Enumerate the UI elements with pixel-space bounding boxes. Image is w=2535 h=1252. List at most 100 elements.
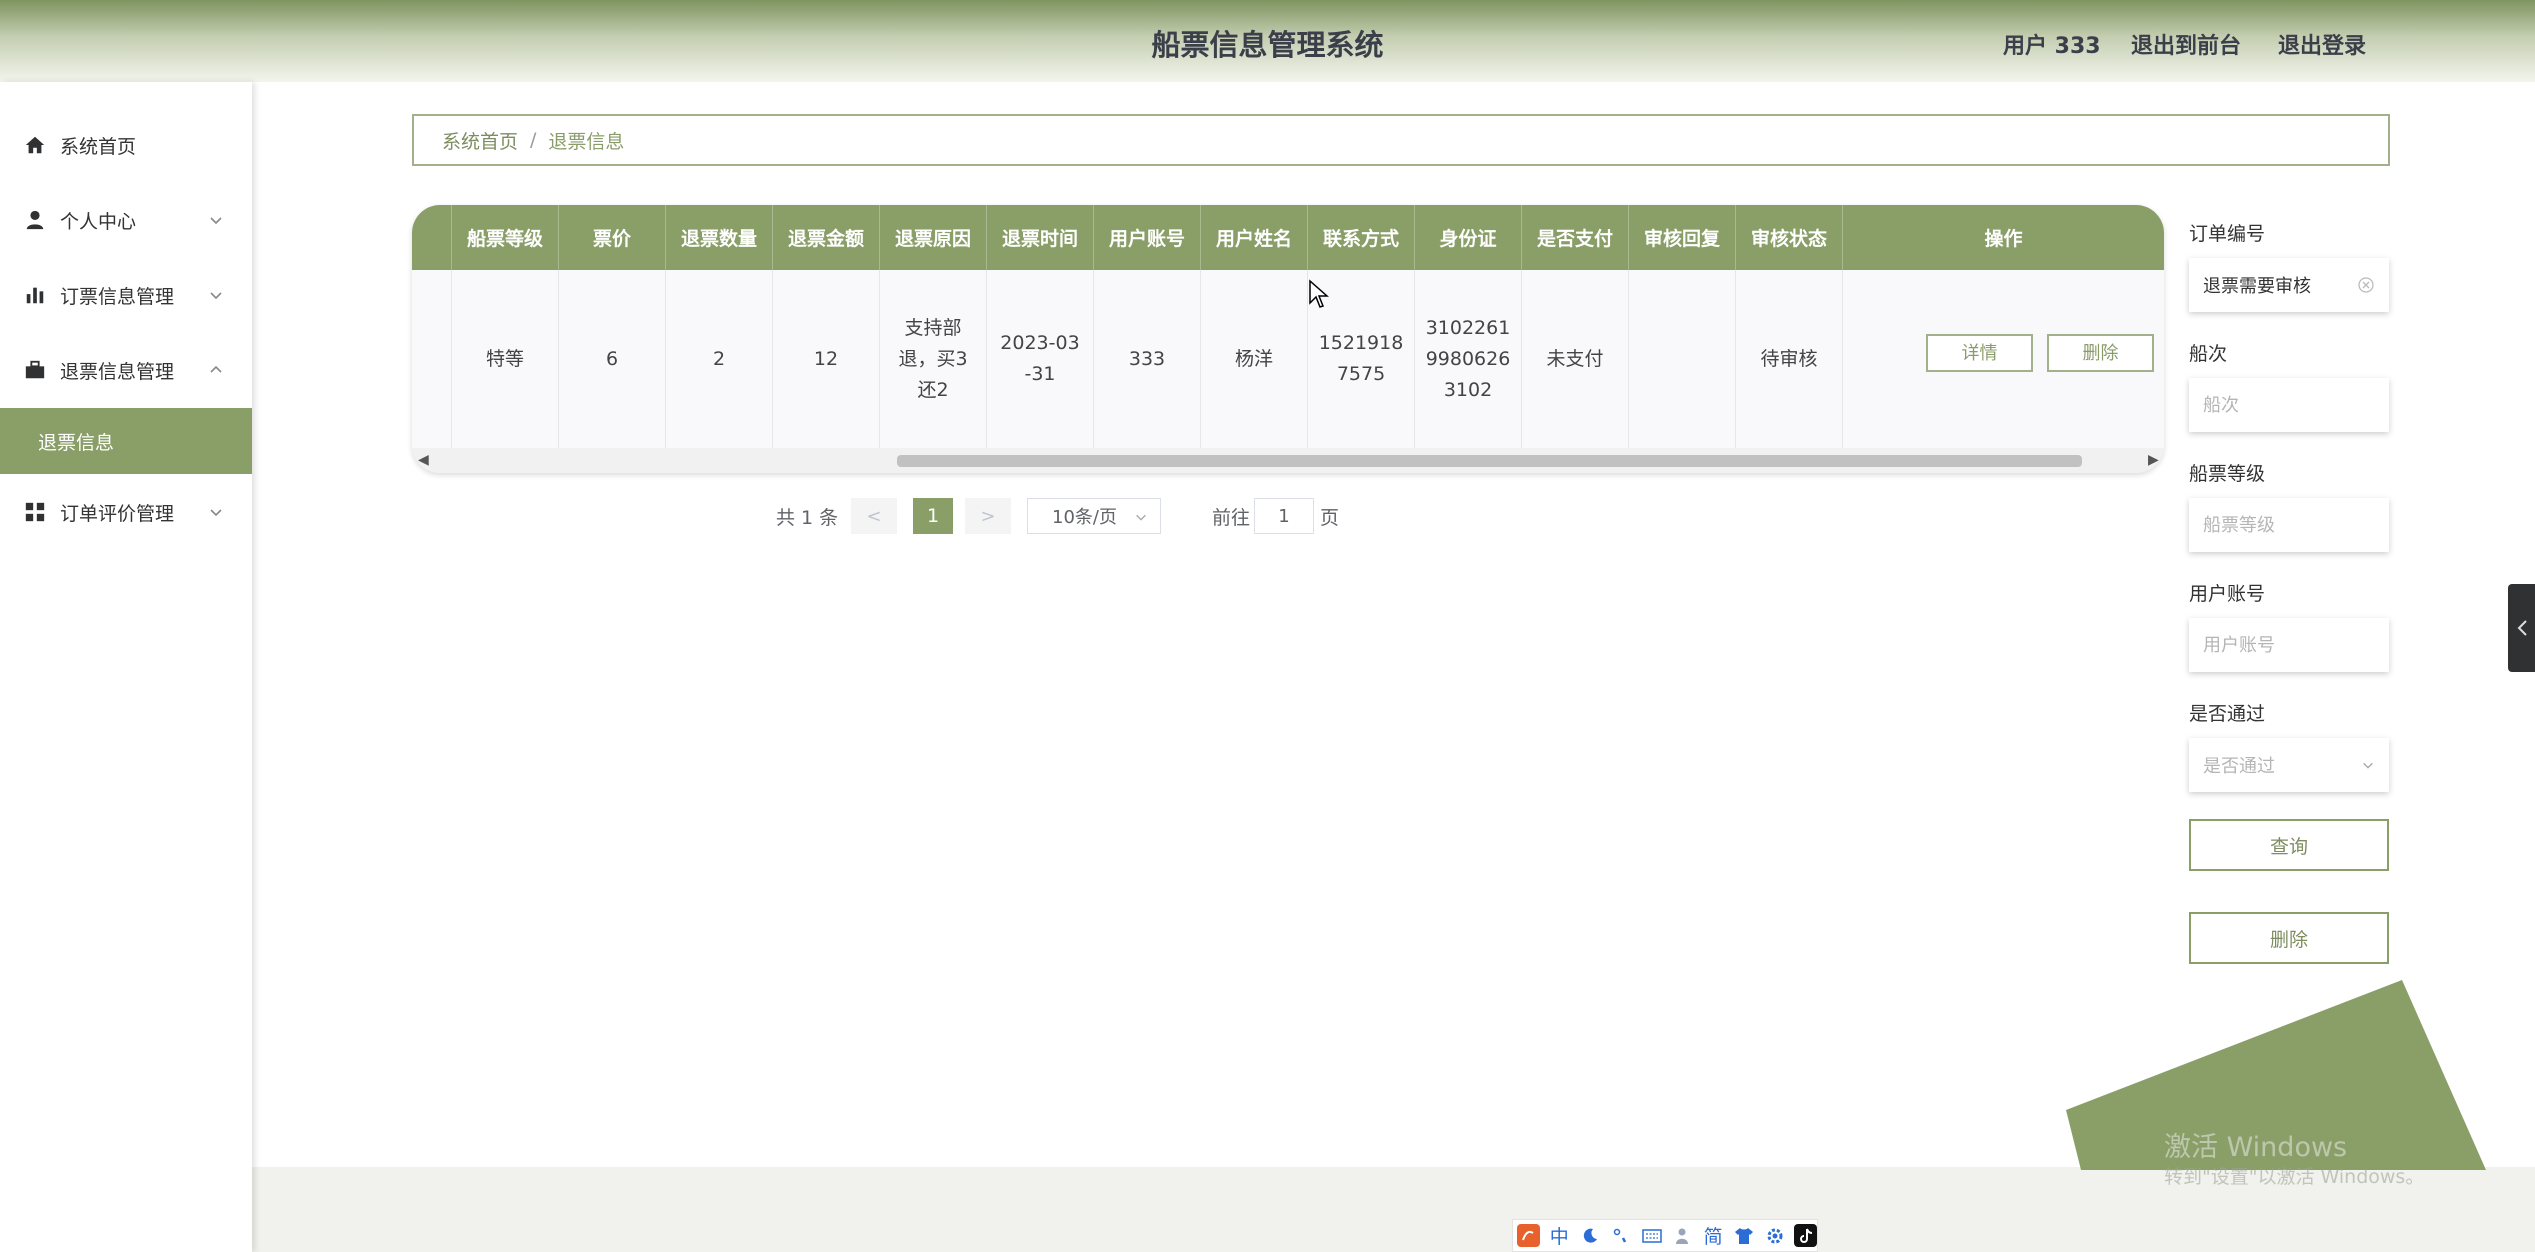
chinese-mode-icon[interactable]: 中 — [1548, 1224, 1571, 1248]
user-account-input[interactable] — [2189, 618, 2389, 672]
settings-gear-icon[interactable] — [1763, 1224, 1786, 1247]
mouse-cursor-icon — [1309, 279, 1329, 308]
column-header: 审核状态 — [1736, 205, 1843, 270]
horizontal-scrollbar[interactable]: ◀ ▶ — [412, 448, 2164, 473]
refund-table: 船票等级 票价 退票数量 退票金额 退票原因 退票时间 用户账号 用户姓名 联系… — [412, 205, 2164, 473]
detail-button[interactable]: 详情 — [1926, 334, 2033, 372]
sidebar-item-label: 系统首页 — [60, 135, 137, 158]
cell-reason: 支持部 退，买3 还2 — [880, 270, 987, 448]
chevron-down-icon — [2363, 762, 2373, 769]
sidebar-item-label: 订单评价管理 — [60, 502, 175, 525]
chevron-down-icon — [1136, 514, 1146, 521]
column-header-select — [412, 205, 452, 270]
chevron-down-icon — [210, 509, 222, 517]
breadcrumb-separator: / — [530, 129, 537, 151]
ticket-level-input[interactable] — [2189, 498, 2389, 552]
cell-name: 杨洋 — [1201, 270, 1308, 448]
breadcrumb: 系统首页 / 退票信息 — [412, 114, 2390, 166]
scroll-left-icon[interactable]: ◀ — [418, 452, 429, 468]
cell-id-line: 3102 — [1443, 378, 1493, 401]
logout-link[interactable]: 退出登录 — [2278, 28, 2366, 60]
ime-toolbar: 中 简 — [1512, 1219, 1818, 1252]
grid-icon — [25, 502, 45, 522]
ship-input[interactable] — [2189, 378, 2389, 432]
goto-label: 前往 — [1212, 507, 1251, 529]
pagination-total: 共 1 条 — [776, 507, 839, 529]
prev-page-button[interactable]: < — [851, 498, 897, 534]
table-header: 船票等级 票价 退票数量 退票金额 退票原因 退票时间 用户账号 用户姓名 联系… — [412, 205, 2164, 270]
order-number-label: 订单编号 — [2189, 223, 2266, 245]
column-header: 用户姓名 — [1201, 205, 1308, 270]
cell-time-line: -31 — [1024, 363, 1056, 385]
sidebar: 系统首页 个人中心 订票信息管理 退票信息管理 退票信息 订单评价管理 — [0, 82, 252, 1252]
column-header: 票价 — [559, 205, 666, 270]
cell-status: 待审核 — [1736, 270, 1843, 448]
cell-time: 2023-03 -31 — [987, 270, 1094, 448]
user-link[interactable]: 用户 333 — [2003, 28, 2101, 60]
column-header: 审核回复 — [1629, 205, 1736, 270]
cell-id-line: 3102261 — [1425, 316, 1511, 339]
goto-page-input[interactable] — [1254, 498, 1314, 534]
column-header: 退票时间 — [987, 205, 1094, 270]
bar-chart-icon — [26, 287, 44, 304]
cell-amount: 12 — [773, 270, 880, 448]
punctuation-icon[interactable] — [1609, 1224, 1632, 1247]
ime-logo-icon[interactable] — [1517, 1224, 1540, 1247]
user-icon — [26, 210, 44, 230]
sidebar-item-label: 退票信息管理 — [60, 360, 175, 383]
order-number-value: 退票需要审核 — [2203, 276, 2311, 297]
pass-status-select[interactable]: 是否通过 — [2189, 738, 2389, 792]
cell-account: 333 — [1094, 270, 1201, 448]
sidebar-item-label: 个人中心 — [60, 210, 137, 233]
scroll-right-icon[interactable]: ▶ — [2148, 452, 2159, 468]
keyboard-icon[interactable] — [1640, 1224, 1663, 1247]
cell-id-card: 3102261 9980626 3102 — [1415, 270, 1522, 448]
sidebar-item-personal[interactable]: 个人中心 — [0, 187, 252, 253]
tiktok-icon[interactable] — [1794, 1224, 1817, 1247]
column-header: 操作 — [1984, 228, 2023, 250]
breadcrumb-home[interactable]: 系统首页 — [442, 127, 518, 154]
column-header: 退票原因 — [880, 205, 987, 270]
clear-icon[interactable] — [2357, 276, 2375, 294]
column-header: 退票金额 — [773, 205, 880, 270]
moon-icon[interactable] — [1579, 1224, 1602, 1247]
activation-watermark-hint: 转到"设置"以激活 Windows。 — [2164, 1166, 2425, 1188]
page-number-button[interactable]: 1 — [913, 498, 953, 534]
sidebar-item-label: 订票信息管理 — [60, 285, 175, 308]
sidebar-item-home[interactable]: 系统首页 — [0, 112, 252, 178]
cell-actions: 详情 删除 — [1843, 270, 2164, 448]
exit-to-front-link[interactable]: 退出到前台 — [2131, 28, 2241, 60]
cell-price: 6 — [559, 270, 666, 448]
sidebar-item-refund[interactable]: 退票信息管理 — [0, 337, 252, 403]
query-button[interactable]: 查询 — [2189, 819, 2389, 871]
cell-reason-line: 支持部 — [904, 316, 962, 339]
column-header: 船票等级 — [452, 205, 559, 270]
page-size-select[interactable]: 10条/页 — [1027, 498, 1161, 534]
order-number-input[interactable]: 退票需要审核 — [2189, 258, 2389, 312]
chevron-up-icon — [210, 365, 222, 373]
simplified-mode-icon[interactable]: 简 — [1702, 1224, 1725, 1248]
sidebar-item-review[interactable]: 订单评价管理 — [0, 479, 252, 545]
row-select-cell — [412, 270, 452, 448]
column-header: 是否支付 — [1522, 205, 1629, 270]
ticket-level-label: 船票等级 — [2189, 463, 2266, 485]
chevron-left-icon — [2517, 620, 2527, 636]
activation-watermark-title: 激活 Windows — [2164, 1132, 2348, 1163]
chevron-down-icon — [210, 217, 222, 225]
delete-row-button[interactable]: 删除 — [2047, 334, 2154, 372]
home-icon — [25, 136, 45, 154]
next-page-button[interactable]: > — [965, 498, 1011, 534]
sidebar-item-booking[interactable]: 订票信息管理 — [0, 262, 252, 328]
sidebar-subitem-refund-info[interactable]: 退票信息 — [0, 408, 252, 474]
column-header: 身份证 — [1415, 205, 1522, 270]
skin-shirt-icon[interactable] — [1733, 1224, 1756, 1247]
column-header: 退票数量 — [666, 205, 773, 270]
top-header: 船票信息管理系统 用户 333 退出到前台 退出登录 — [0, 0, 2535, 82]
cell-qty: 2 — [666, 270, 773, 448]
user-profile-icon[interactable] — [1671, 1224, 1694, 1247]
side-drawer-tab[interactable] — [2508, 584, 2535, 672]
scroll-thumb[interactable] — [897, 455, 2082, 467]
column-header: 联系方式 — [1308, 205, 1415, 270]
ship-label: 船次 — [2189, 343, 2228, 365]
bulk-delete-button[interactable]: 删除 — [2189, 912, 2389, 964]
